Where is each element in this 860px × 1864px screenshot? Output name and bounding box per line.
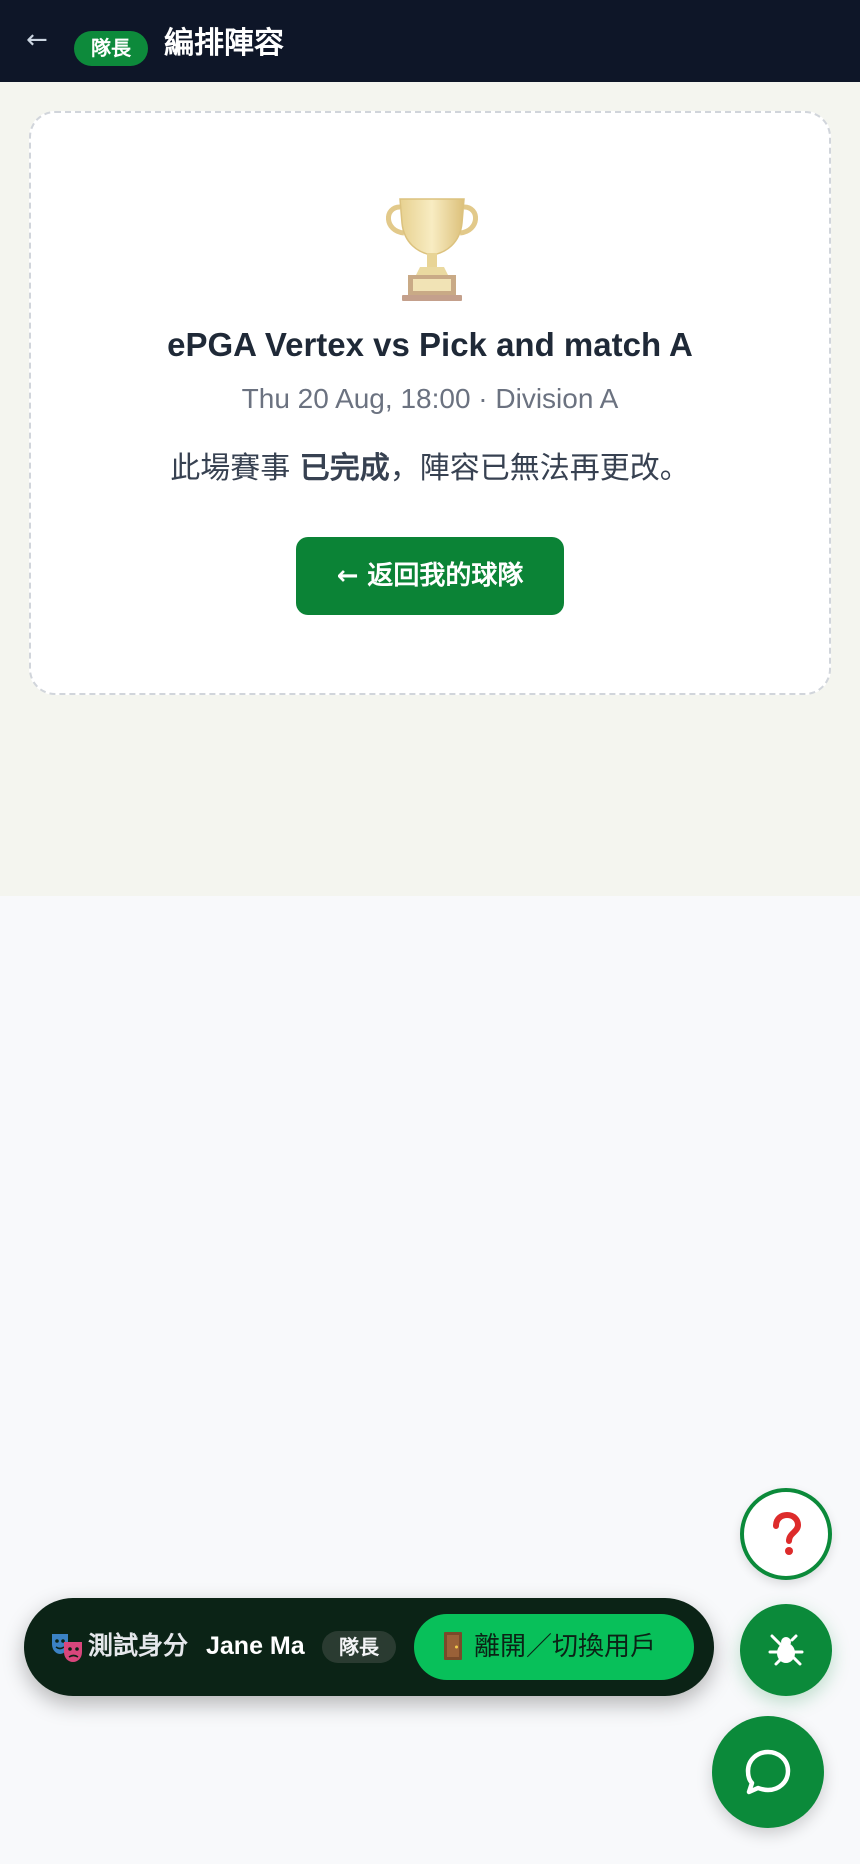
chat-button[interactable] [712,1716,824,1828]
user-role-chip: 隊長 [322,1631,396,1663]
help-button[interactable] [740,1488,832,1580]
bug-off-icon [768,1634,804,1666]
leave-switch-user-button[interactable]: 離開／切換用戶 [414,1614,694,1680]
theater-masks-icon [52,1634,82,1662]
main-content: ePGA Vertex vs Pick and match A Thu 20 A… [0,82,860,896]
page-title: 編排陣容 [164,26,284,61]
test-identity-bar: 測試身分 Jane Ma 隊長 離開／切換用戶 [24,1598,714,1696]
role-badge: 隊長 [74,31,148,66]
notice-prefix: 此場賽事 [170,451,300,486]
notice-suffix: ，陣容已無法再更改。 [389,451,690,486]
door-icon [444,1631,462,1660]
match-title: ePGA Vertex vs Pick and match A [167,326,693,363]
status-completed: 已完成 [299,451,390,486]
question-mark-icon [773,1512,802,1555]
bug-report-button[interactable] [740,1604,832,1696]
test-identity-label: 測試身分 [88,1631,189,1660]
chat-bubble-icon [745,1749,791,1795]
match-locked-card: ePGA Vertex vs Pick and match A Thu 20 A… [29,111,831,695]
back-arrow-icon[interactable]: ← [26,22,56,58]
current-user-name: Jane Ma [206,1632,305,1660]
back-to-my-team-button[interactable]: ← 返回我的球隊 [296,537,564,615]
leave-switch-user-label: 離開／切換用戶 [474,1632,657,1662]
locked-notice: 此場賽事 已完成，陣容已無法再更改。 [31,447,829,491]
trophy-icon [386,198,478,301]
match-datetime-division: Thu 20 Aug, 18:00 · Division A [241,383,619,414]
top-app-bar: ← 隊長 編排陣容 [0,0,860,82]
